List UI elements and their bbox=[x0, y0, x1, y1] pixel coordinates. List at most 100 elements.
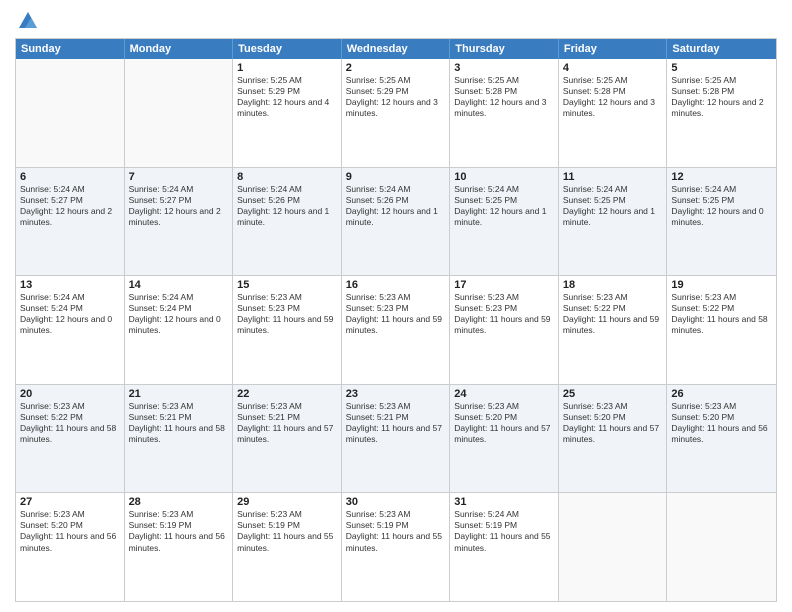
day-number: 25 bbox=[563, 388, 663, 400]
calendar-cell: 7Sunrise: 5:24 AM Sunset: 5:27 PM Daylig… bbox=[125, 168, 234, 276]
calendar-cell: 29Sunrise: 5:23 AM Sunset: 5:19 PM Dayli… bbox=[233, 493, 342, 601]
day-info: Sunrise: 5:24 AM Sunset: 5:26 PM Dayligh… bbox=[237, 184, 337, 228]
header-wednesday: Wednesday bbox=[342, 39, 451, 59]
day-info: Sunrise: 5:23 AM Sunset: 5:21 PM Dayligh… bbox=[346, 401, 446, 445]
calendar-cell: 30Sunrise: 5:23 AM Sunset: 5:19 PM Dayli… bbox=[342, 493, 451, 601]
header-sunday: Sunday bbox=[16, 39, 125, 59]
day-number: 20 bbox=[20, 388, 120, 400]
calendar-row-2: 6Sunrise: 5:24 AM Sunset: 5:27 PM Daylig… bbox=[16, 167, 776, 276]
day-number: 18 bbox=[563, 279, 663, 291]
calendar-cell: 6Sunrise: 5:24 AM Sunset: 5:27 PM Daylig… bbox=[16, 168, 125, 276]
day-info: Sunrise: 5:24 AM Sunset: 5:25 PM Dayligh… bbox=[671, 184, 772, 228]
calendar-cell bbox=[125, 59, 234, 167]
day-info: Sunrise: 5:23 AM Sunset: 5:19 PM Dayligh… bbox=[237, 509, 337, 553]
logo bbox=[15, 10, 39, 32]
day-number: 16 bbox=[346, 279, 446, 291]
header-monday: Monday bbox=[125, 39, 234, 59]
day-info: Sunrise: 5:25 AM Sunset: 5:28 PM Dayligh… bbox=[454, 75, 554, 119]
day-number: 23 bbox=[346, 388, 446, 400]
day-number: 26 bbox=[671, 388, 772, 400]
day-info: Sunrise: 5:23 AM Sunset: 5:21 PM Dayligh… bbox=[129, 401, 229, 445]
header-tuesday: Tuesday bbox=[233, 39, 342, 59]
day-number: 5 bbox=[671, 62, 772, 74]
day-info: Sunrise: 5:23 AM Sunset: 5:23 PM Dayligh… bbox=[346, 292, 446, 336]
day-info: Sunrise: 5:23 AM Sunset: 5:22 PM Dayligh… bbox=[671, 292, 772, 336]
day-info: Sunrise: 5:23 AM Sunset: 5:20 PM Dayligh… bbox=[20, 509, 120, 553]
day-info: Sunrise: 5:23 AM Sunset: 5:21 PM Dayligh… bbox=[237, 401, 337, 445]
day-number: 19 bbox=[671, 279, 772, 291]
calendar-cell: 16Sunrise: 5:23 AM Sunset: 5:23 PM Dayli… bbox=[342, 276, 451, 384]
logo-icon bbox=[17, 10, 39, 32]
header bbox=[15, 10, 777, 32]
day-info: Sunrise: 5:24 AM Sunset: 5:26 PM Dayligh… bbox=[346, 184, 446, 228]
day-number: 1 bbox=[237, 62, 337, 74]
day-info: Sunrise: 5:23 AM Sunset: 5:23 PM Dayligh… bbox=[454, 292, 554, 336]
calendar-cell: 15Sunrise: 5:23 AM Sunset: 5:23 PM Dayli… bbox=[233, 276, 342, 384]
calendar-cell bbox=[559, 493, 668, 601]
calendar-cell: 3Sunrise: 5:25 AM Sunset: 5:28 PM Daylig… bbox=[450, 59, 559, 167]
day-number: 8 bbox=[237, 171, 337, 183]
calendar-cell: 14Sunrise: 5:24 AM Sunset: 5:24 PM Dayli… bbox=[125, 276, 234, 384]
calendar-cell: 10Sunrise: 5:24 AM Sunset: 5:25 PM Dayli… bbox=[450, 168, 559, 276]
calendar-row-5: 27Sunrise: 5:23 AM Sunset: 5:20 PM Dayli… bbox=[16, 492, 776, 601]
day-number: 2 bbox=[346, 62, 446, 74]
day-number: 7 bbox=[129, 171, 229, 183]
day-number: 12 bbox=[671, 171, 772, 183]
day-number: 29 bbox=[237, 496, 337, 508]
day-info: Sunrise: 5:23 AM Sunset: 5:23 PM Dayligh… bbox=[237, 292, 337, 336]
calendar-cell: 8Sunrise: 5:24 AM Sunset: 5:26 PM Daylig… bbox=[233, 168, 342, 276]
day-info: Sunrise: 5:23 AM Sunset: 5:19 PM Dayligh… bbox=[129, 509, 229, 553]
day-info: Sunrise: 5:24 AM Sunset: 5:25 PM Dayligh… bbox=[454, 184, 554, 228]
calendar-cell bbox=[16, 59, 125, 167]
day-info: Sunrise: 5:25 AM Sunset: 5:29 PM Dayligh… bbox=[346, 75, 446, 119]
day-info: Sunrise: 5:25 AM Sunset: 5:29 PM Dayligh… bbox=[237, 75, 337, 119]
calendar: Sunday Monday Tuesday Wednesday Thursday… bbox=[15, 38, 777, 602]
day-info: Sunrise: 5:25 AM Sunset: 5:28 PM Dayligh… bbox=[563, 75, 663, 119]
header-saturday: Saturday bbox=[667, 39, 776, 59]
page: Sunday Monday Tuesday Wednesday Thursday… bbox=[0, 0, 792, 612]
calendar-cell: 23Sunrise: 5:23 AM Sunset: 5:21 PM Dayli… bbox=[342, 385, 451, 493]
day-number: 21 bbox=[129, 388, 229, 400]
day-number: 22 bbox=[237, 388, 337, 400]
day-number: 6 bbox=[20, 171, 120, 183]
calendar-body: 1Sunrise: 5:25 AM Sunset: 5:29 PM Daylig… bbox=[16, 59, 776, 601]
calendar-cell: 9Sunrise: 5:24 AM Sunset: 5:26 PM Daylig… bbox=[342, 168, 451, 276]
day-number: 27 bbox=[20, 496, 120, 508]
calendar-cell: 12Sunrise: 5:24 AM Sunset: 5:25 PM Dayli… bbox=[667, 168, 776, 276]
calendar-cell: 19Sunrise: 5:23 AM Sunset: 5:22 PM Dayli… bbox=[667, 276, 776, 384]
day-number: 10 bbox=[454, 171, 554, 183]
day-info: Sunrise: 5:24 AM Sunset: 5:24 PM Dayligh… bbox=[129, 292, 229, 336]
calendar-cell: 25Sunrise: 5:23 AM Sunset: 5:20 PM Dayli… bbox=[559, 385, 668, 493]
day-info: Sunrise: 5:25 AM Sunset: 5:28 PM Dayligh… bbox=[671, 75, 772, 119]
day-number: 15 bbox=[237, 279, 337, 291]
calendar-cell: 11Sunrise: 5:24 AM Sunset: 5:25 PM Dayli… bbox=[559, 168, 668, 276]
day-number: 31 bbox=[454, 496, 554, 508]
calendar-cell: 24Sunrise: 5:23 AM Sunset: 5:20 PM Dayli… bbox=[450, 385, 559, 493]
day-number: 11 bbox=[563, 171, 663, 183]
day-number: 30 bbox=[346, 496, 446, 508]
day-info: Sunrise: 5:23 AM Sunset: 5:22 PM Dayligh… bbox=[20, 401, 120, 445]
calendar-cell: 5Sunrise: 5:25 AM Sunset: 5:28 PM Daylig… bbox=[667, 59, 776, 167]
day-info: Sunrise: 5:23 AM Sunset: 5:20 PM Dayligh… bbox=[563, 401, 663, 445]
day-number: 28 bbox=[129, 496, 229, 508]
day-number: 14 bbox=[129, 279, 229, 291]
calendar-cell: 26Sunrise: 5:23 AM Sunset: 5:20 PM Dayli… bbox=[667, 385, 776, 493]
calendar-cell: 21Sunrise: 5:23 AM Sunset: 5:21 PM Dayli… bbox=[125, 385, 234, 493]
day-info: Sunrise: 5:24 AM Sunset: 5:19 PM Dayligh… bbox=[454, 509, 554, 553]
day-info: Sunrise: 5:24 AM Sunset: 5:27 PM Dayligh… bbox=[20, 184, 120, 228]
day-info: Sunrise: 5:23 AM Sunset: 5:20 PM Dayligh… bbox=[671, 401, 772, 445]
calendar-cell: 20Sunrise: 5:23 AM Sunset: 5:22 PM Dayli… bbox=[16, 385, 125, 493]
day-number: 4 bbox=[563, 62, 663, 74]
calendar-cell: 17Sunrise: 5:23 AM Sunset: 5:23 PM Dayli… bbox=[450, 276, 559, 384]
day-info: Sunrise: 5:23 AM Sunset: 5:20 PM Dayligh… bbox=[454, 401, 554, 445]
day-number: 24 bbox=[454, 388, 554, 400]
calendar-cell: 18Sunrise: 5:23 AM Sunset: 5:22 PM Dayli… bbox=[559, 276, 668, 384]
day-info: Sunrise: 5:24 AM Sunset: 5:24 PM Dayligh… bbox=[20, 292, 120, 336]
header-thursday: Thursday bbox=[450, 39, 559, 59]
day-info: Sunrise: 5:24 AM Sunset: 5:27 PM Dayligh… bbox=[129, 184, 229, 228]
calendar-header: Sunday Monday Tuesday Wednesday Thursday… bbox=[16, 39, 776, 59]
day-info: Sunrise: 5:23 AM Sunset: 5:19 PM Dayligh… bbox=[346, 509, 446, 553]
calendar-cell: 22Sunrise: 5:23 AM Sunset: 5:21 PM Dayli… bbox=[233, 385, 342, 493]
header-friday: Friday bbox=[559, 39, 668, 59]
calendar-row-3: 13Sunrise: 5:24 AM Sunset: 5:24 PM Dayli… bbox=[16, 275, 776, 384]
